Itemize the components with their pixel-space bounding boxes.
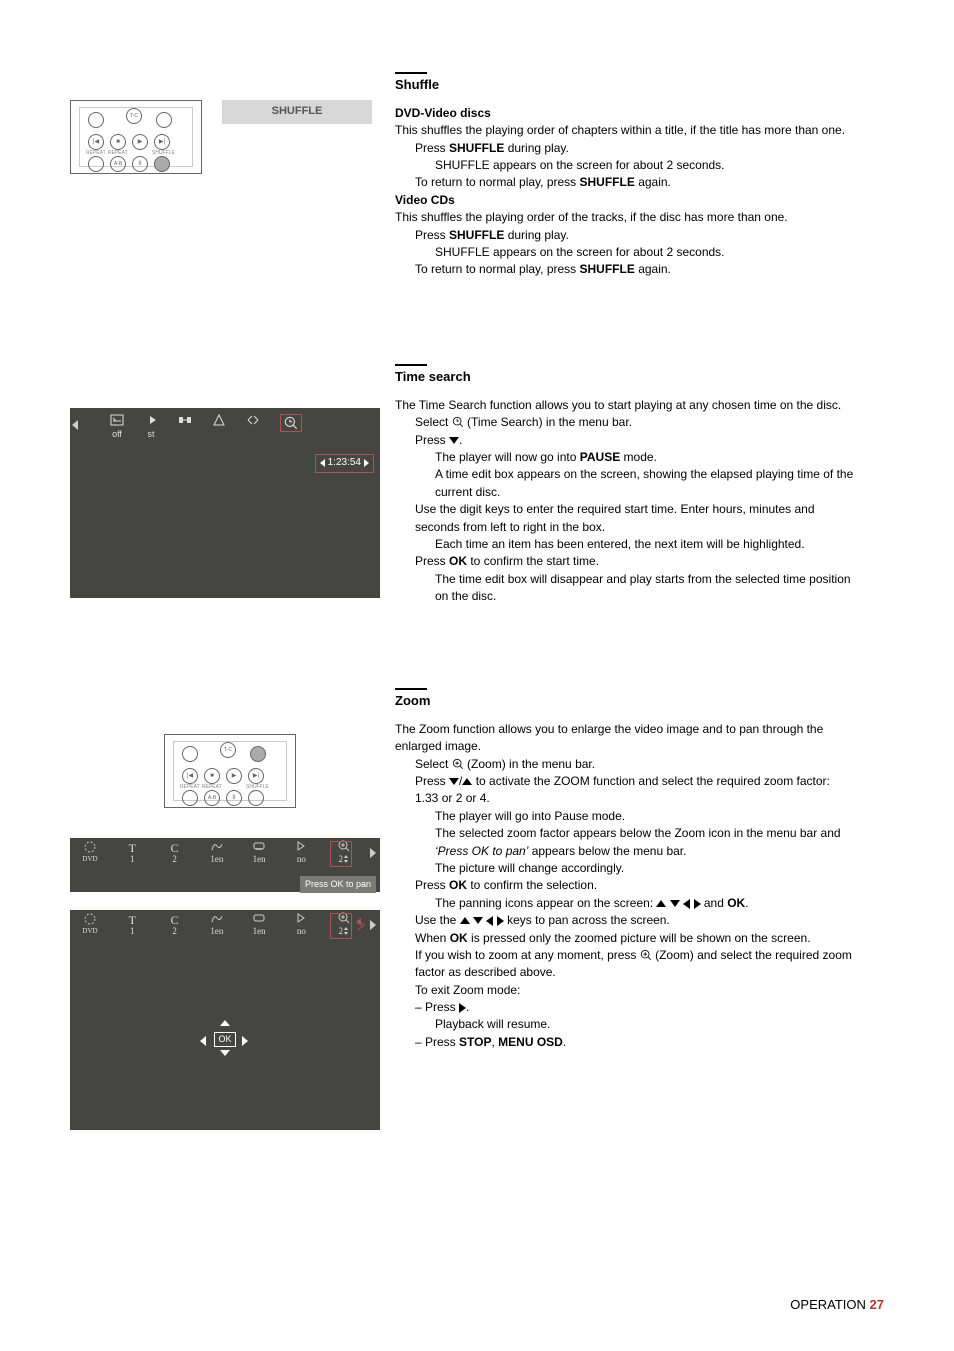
text: To exit Zoom mode: — [395, 982, 855, 999]
down-arrow-icon — [449, 778, 459, 785]
zoom-magnifier-icon — [640, 949, 652, 961]
zoom-magnifier-icon — [452, 758, 464, 770]
text: The Zoom function allows you to enlarge … — [395, 721, 855, 756]
clock-search-icon — [452, 416, 464, 428]
text: Press OK to confirm the start time. — [395, 553, 855, 570]
page-footer: OPERATION 27 — [790, 1296, 884, 1315]
zoom-pan-illustration: DVD T1 C2 1en 1en no 2 O — [70, 910, 380, 1130]
text: Select (Time Search) in the menu bar. — [395, 414, 855, 431]
remote-shuffle-illustration: T-C |◀ ■ ▶ ▶| REPEAT REPEAT SHUFFLE A-B … — [70, 100, 202, 174]
text: SHUFFLE appears on the screen for about … — [395, 244, 855, 261]
zoom-bar-press-ok: DVD T1 C2 1en 1en no 2 Press OK to pan — [70, 838, 380, 892]
text: Press . — [395, 432, 855, 449]
text: – Press STOP, MENU OSD. — [395, 1034, 855, 1051]
text: A time edit box appears on the screen, s… — [395, 466, 855, 501]
text: The time edit box will disappear and pla… — [395, 571, 855, 606]
text: Use the digit keys to enter the required… — [395, 501, 855, 536]
down-arrow-icon — [449, 437, 459, 444]
sub-video-cds: Video CDs — [395, 192, 855, 209]
text: The player will go into Pause mode. — [395, 808, 855, 825]
section-title-timesearch: Time search — [395, 368, 855, 387]
text: Select (Zoom) in the menu bar. — [395, 756, 855, 773]
remote-zoom-illustration: T-C |◀ ■ ▶ ▶| REPEAT REPEAT SHUFFLE A-B … — [164, 734, 296, 808]
text: – Press . — [395, 999, 855, 1016]
text: The Time Search function allows you to s… — [395, 397, 855, 414]
text: Press SHUFFLE during play. — [395, 140, 855, 157]
right-arrow-icon — [459, 1003, 466, 1013]
section-title-zoom: Zoom — [395, 692, 855, 711]
timesearch-illustration: off st 1:23:54 — [70, 408, 380, 598]
sub-dvd-video: DVD-Video discs — [395, 105, 855, 122]
text: Use the keys to pan across the screen. — [395, 912, 855, 929]
text: When OK is pressed only the zoomed pictu… — [395, 930, 855, 947]
text: The picture will change accordingly. — [395, 860, 855, 877]
text: This shuffles the playing order of the t… — [395, 209, 855, 226]
text: Each time an item has been entered, the … — [395, 536, 855, 553]
section-title-shuffle: Shuffle — [395, 76, 855, 95]
text: The selected zoom factor appears below t… — [395, 825, 855, 860]
time-search-icon — [280, 414, 302, 432]
press-ok-to-pan-label: Press OK to pan — [300, 876, 376, 893]
shuffle-key-label: SHUFFLE — [222, 100, 372, 124]
text: Playback will resume. — [395, 1016, 855, 1033]
time-edit-box: 1:23:54 — [315, 454, 374, 473]
text: This shuffles the playing order of chapt… — [395, 122, 855, 139]
text: To return to normal play, press SHUFFLE … — [395, 174, 855, 191]
text: To return to normal play, press SHUFFLE … — [395, 261, 855, 278]
up-arrow-icon — [462, 778, 472, 785]
text: The panning icons appear on the screen: … — [395, 895, 855, 912]
text: Press SHUFFLE during play. — [395, 227, 855, 244]
text: SHUFFLE appears on the screen for about … — [395, 157, 855, 174]
text: Press OK to confirm the selection. — [395, 877, 855, 894]
text: The player will now go into PAUSE mode. — [395, 449, 855, 466]
text: Press / to activate the ZOOM function an… — [395, 773, 855, 808]
pan-ok-indicator: OK — [210, 1030, 240, 1052]
text: If you wish to zoom at any moment, press… — [395, 947, 855, 982]
